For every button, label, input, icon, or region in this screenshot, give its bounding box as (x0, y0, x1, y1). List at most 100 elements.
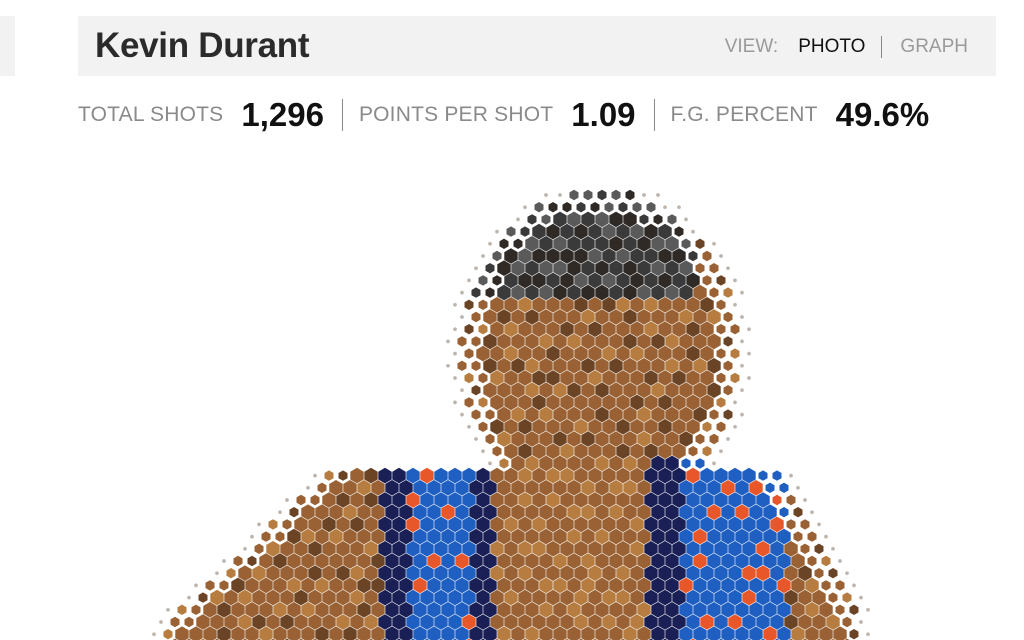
mosaic-hex (777, 553, 791, 569)
mosaic-hex (651, 553, 665, 569)
mosaic-hex (525, 602, 539, 618)
mosaic-hex (702, 446, 712, 457)
mosaic-hex (294, 589, 308, 606)
mosaic-hex (532, 394, 546, 411)
mosaic-hex (476, 345, 490, 362)
mosaic-hex (471, 287, 481, 298)
mosaic-hex (457, 360, 467, 371)
mosaic-hex (574, 321, 588, 337)
mosaic-hex (490, 467, 504, 484)
mosaic-hex (786, 519, 796, 530)
mosaic-hex (616, 248, 630, 264)
view-graph-option[interactable]: GRAPH (900, 36, 968, 58)
mosaic-hex (532, 467, 546, 484)
mosaic-hex (798, 565, 812, 581)
mosaic-hex (637, 602, 651, 618)
mosaic-hex (453, 327, 457, 332)
mosaic-hex (637, 309, 651, 325)
mosaic-hex (814, 568, 824, 579)
mosaic-hex (616, 565, 630, 581)
mosaic-hex (567, 406, 581, 423)
mosaic-hex (483, 309, 497, 325)
mosaic-hex (700, 565, 714, 581)
mosaic-hex (546, 589, 560, 606)
mosaic-hex (495, 229, 499, 234)
mosaic-hex (252, 589, 266, 606)
mosaic-hex (723, 360, 733, 371)
stat-divider (653, 99, 655, 131)
mosaic-hex (539, 504, 553, 520)
mosaic-hex (653, 214, 663, 225)
view-photo-option[interactable]: PHOTO (798, 36, 865, 58)
mosaic-hex (462, 492, 476, 508)
mosaic-hex (793, 531, 803, 542)
mosaic-hex (194, 583, 198, 588)
mosaic-hex (448, 516, 462, 533)
mosaic-hex (742, 614, 756, 630)
mosaic-hex (679, 260, 693, 276)
mosaic-hex (226, 568, 236, 579)
mosaic-hex (821, 580, 831, 591)
mosaic-hex (665, 284, 679, 301)
mosaic-hex (343, 504, 357, 520)
mosaic-hex (672, 419, 686, 435)
mosaic-hex (735, 577, 749, 594)
mosaic-hex (231, 602, 245, 618)
mosaic-hex (644, 443, 658, 459)
mosaic-hex (287, 577, 301, 594)
mosaic-hex (562, 202, 572, 213)
mosaic-hex (336, 589, 350, 606)
mosaic-hex (581, 577, 595, 594)
mosaic-hex (499, 458, 509, 469)
mosaic-hex (504, 589, 518, 606)
mosaic-hex (453, 375, 457, 381)
mosaic-hex (588, 541, 602, 557)
mosaic-hex (672, 321, 686, 337)
mosaic-hex (560, 419, 574, 435)
mosaic-hex (623, 528, 637, 545)
mosaic-hex (287, 602, 301, 618)
mosaic-hex (392, 589, 406, 606)
mosaic-hex (651, 577, 665, 594)
mosaic-hex (791, 577, 805, 594)
mosaic-hex (175, 626, 189, 640)
mosaic-hex (420, 565, 434, 581)
mosaic-hex (679, 431, 693, 447)
mosaic-hex (511, 284, 525, 301)
mosaic-hex (630, 419, 644, 435)
mosaic-hex (681, 238, 691, 249)
mosaic-hex (588, 370, 602, 386)
mosaic-hex (471, 336, 481, 347)
mosaic-hex (238, 565, 252, 581)
mosaic-hex (742, 589, 756, 606)
mosaic-hex (224, 614, 238, 630)
mosaic-hex (266, 614, 280, 630)
mosaic-hex (651, 358, 665, 374)
mosaic-hex (259, 577, 273, 594)
mosaic-hex (716, 348, 726, 359)
mosaic-hex (343, 577, 357, 594)
mosaic-hex (574, 589, 588, 606)
mosaic-hex (609, 602, 623, 618)
mosaic-hex (651, 480, 665, 496)
mosaic-hex (644, 589, 658, 606)
mosaic-hex (709, 409, 719, 420)
mosaic-hex (329, 553, 343, 569)
mosaic-hex (595, 358, 609, 374)
mosaic-hex (532, 516, 546, 533)
mosaic-hex (777, 528, 791, 545)
mosaic-hex (464, 324, 474, 335)
mosaic-hex (602, 345, 616, 362)
mosaic-hex (770, 516, 784, 533)
mosaic-hex (700, 345, 714, 362)
mosaic-hex (665, 553, 679, 569)
mosaic-hex (609, 504, 623, 520)
mosaic-hex (609, 211, 623, 228)
mosaic-hex (511, 577, 525, 594)
mosaic-hex (618, 202, 628, 213)
mosaic-hex (322, 614, 336, 630)
mosaic-hex (504, 248, 518, 264)
mosaic-hex (716, 372, 726, 384)
mosaic-hex (567, 309, 581, 325)
mosaic-hex (518, 321, 532, 337)
